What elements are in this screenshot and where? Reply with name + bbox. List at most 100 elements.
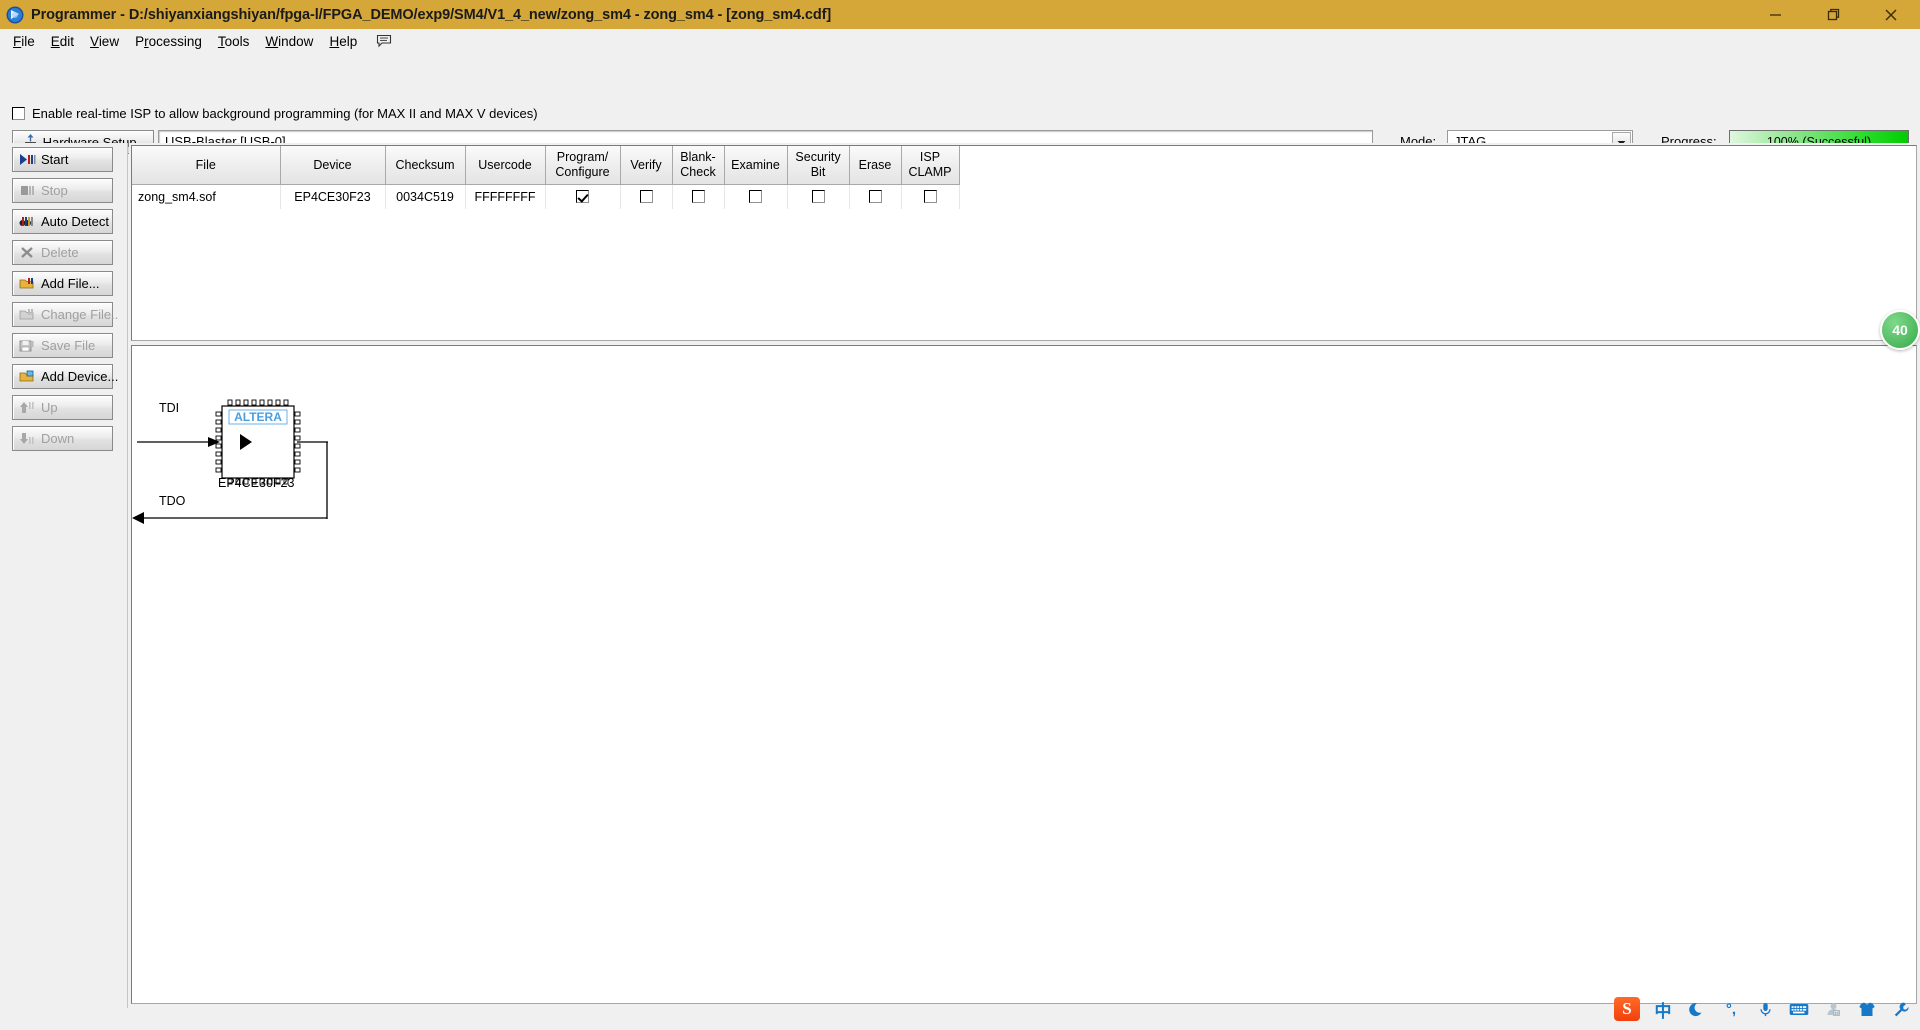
column-header-isp[interactable]: ISP CLAMP xyxy=(901,146,960,185)
chip-brand-text: ALTERA xyxy=(234,410,282,424)
microphone-icon[interactable] xyxy=(1754,998,1776,1020)
cell-erase[interactable] xyxy=(849,184,902,209)
sidebar-button-up: Up xyxy=(12,395,113,420)
notification-badge-value: 40 xyxy=(1892,322,1908,338)
column-header-line2: Check xyxy=(680,164,716,179)
security-bit-checkbox[interactable] xyxy=(811,190,825,204)
table-row[interactable]: zong_sm4.sof EP4CE30F23 0034C519 FFFFFFFF xyxy=(132,184,960,209)
keyboard-icon[interactable] xyxy=(1788,998,1810,1020)
menu-bar: File Edit View Processing Tools Window H… xyxy=(0,29,1920,53)
column-header-examine[interactable]: Examine xyxy=(724,146,788,185)
cell-blank-check[interactable] xyxy=(672,184,725,209)
sidebar-button-label: Add File... xyxy=(41,276,100,291)
sidebar-button-start[interactable]: Start xyxy=(12,147,113,172)
blank-check-checkbox[interactable] xyxy=(691,190,705,204)
change-file-icon xyxy=(19,307,36,322)
cell-program-configure[interactable] xyxy=(545,184,621,209)
menu-help[interactable]: Help xyxy=(321,32,365,51)
menu-edit[interactable]: Edit xyxy=(43,32,82,51)
notification-badge[interactable]: 40 xyxy=(1880,310,1920,350)
menu-window[interactable]: Window xyxy=(257,32,321,51)
menu-window-rest: indow xyxy=(278,33,314,49)
quartus-programmer-icon xyxy=(5,5,25,25)
menu-processing-rest: ocessing xyxy=(148,33,202,49)
realtime-isp-row[interactable]: Enable real-time ISP to allow background… xyxy=(12,106,538,121)
programmer-table: File Device Checksum Usercode Program/Config… xyxy=(131,145,1917,341)
column-header-line1: Examine xyxy=(731,157,780,172)
column-header-program[interactable]: Program/Configure xyxy=(545,146,621,185)
realtime-isp-checkbox[interactable] xyxy=(12,107,25,120)
cell-usercode: FFFFFFFF xyxy=(465,184,546,209)
maximize-icon[interactable] xyxy=(1804,0,1862,29)
jtag-chain-svg: ALTERA xyxy=(132,399,328,524)
arrow-up-icon xyxy=(19,400,36,415)
column-header-erase[interactable]: Erase xyxy=(849,146,902,185)
column-header-line1: Verify xyxy=(630,157,662,172)
moon-icon[interactable] xyxy=(1686,998,1708,1020)
erase-checkbox[interactable] xyxy=(868,190,882,204)
menu-help-rest: elp xyxy=(339,33,358,49)
column-header-checksum[interactable]: Checksum xyxy=(385,146,466,185)
sidebar-button-add-device[interactable]: Add Device... xyxy=(12,364,118,389)
device-label: EP4CE30F23 xyxy=(218,476,295,490)
sogou-logo-icon[interactable]: S xyxy=(1614,997,1640,1021)
isp-clamp-checkbox[interactable] xyxy=(923,190,937,204)
column-header-blank[interactable]: Blank- Check xyxy=(672,146,725,185)
menu-processing[interactable]: Processing xyxy=(127,32,210,51)
close-icon[interactable] xyxy=(1862,0,1920,29)
column-header-file[interactable]: File xyxy=(132,146,281,185)
minimize-icon[interactable] xyxy=(1746,0,1804,29)
sidebar-button-down: Down xyxy=(12,426,113,451)
menu-edit-rest: dit xyxy=(59,33,75,49)
add-file-icon xyxy=(19,276,36,291)
column-header-line1: Checksum xyxy=(395,157,455,172)
sidebar-button-label: Delete xyxy=(41,245,79,260)
sidebar-button-save-file: Save File xyxy=(12,333,113,358)
sidebar-button-label: Change File.. xyxy=(41,307,119,322)
sidebar-button-delete: Delete xyxy=(12,240,113,265)
ime-toolbar: S 中 °, 12 xyxy=(1614,992,1912,1026)
table-body: zong_sm4.sof EP4CE30F23 0034C519 FFFFFFFF xyxy=(132,184,960,209)
sidebar-button-auto-detect[interactable]: Auto Detect xyxy=(12,209,113,234)
cell-verify[interactable] xyxy=(620,184,673,209)
column-header-line2: Bit xyxy=(810,164,826,179)
cell-examine[interactable] xyxy=(724,184,788,209)
cell-file: zong_sm4.sof xyxy=(132,184,281,209)
tools-icon[interactable] xyxy=(1890,998,1912,1020)
column-header-line2: Configure xyxy=(555,164,610,179)
cell-security-bit[interactable] xyxy=(787,184,850,209)
cell-device: EP4CE30F23 xyxy=(280,184,386,209)
window-controls xyxy=(1746,0,1920,29)
column-header-line1: ISP xyxy=(919,150,941,165)
speech-bubble-icon[interactable] xyxy=(375,32,393,50)
cell-checksum: 0034C519 xyxy=(385,184,466,209)
window-title: Programmer - D:/shiyanxiangshiyan/fpga-l… xyxy=(31,6,832,23)
start-icon xyxy=(19,152,36,167)
skin-icon[interactable] xyxy=(1856,998,1878,1020)
delete-icon xyxy=(19,245,36,260)
column-header-usercode[interactable]: Usercode xyxy=(465,146,546,185)
column-header-device[interactable]: Device xyxy=(280,146,386,185)
cell-isp-clamp[interactable] xyxy=(901,184,960,209)
menu-view[interactable]: View xyxy=(82,32,127,51)
contacts-icon[interactable]: 12 xyxy=(1822,998,1844,1020)
column-header-line1: Program/ xyxy=(556,150,609,165)
column-header-security[interactable]: Security Bit xyxy=(787,146,850,185)
add-device-icon xyxy=(19,369,36,384)
program-configure-checkbox[interactable] xyxy=(576,190,589,204)
menu-file-rest: ile xyxy=(21,33,35,49)
realtime-isp-label: Enable real-time ISP to allow background… xyxy=(32,106,538,121)
examine-checkbox[interactable] xyxy=(749,190,762,204)
menu-view-rest: iew xyxy=(98,33,120,49)
punctuation-icon[interactable]: °, xyxy=(1720,998,1742,1020)
verify-checkbox[interactable] xyxy=(639,190,653,204)
sidebar-button-add-file[interactable]: Add File... xyxy=(12,271,113,296)
menu-tools[interactable]: Tools xyxy=(210,32,258,51)
table-header-row: File Device Checksum Usercode Program/Config… xyxy=(132,146,960,185)
title-bar: Programmer - D:/shiyanxiangshiyan/fpga-l… xyxy=(0,0,1920,29)
tdo-label: TDO xyxy=(159,494,186,508)
chinese-mode-icon[interactable]: 中 xyxy=(1652,998,1674,1022)
column-header-verify[interactable]: Verify xyxy=(620,146,673,185)
column-header-line1: Device xyxy=(313,157,352,172)
menu-file[interactable]: File xyxy=(5,32,43,51)
